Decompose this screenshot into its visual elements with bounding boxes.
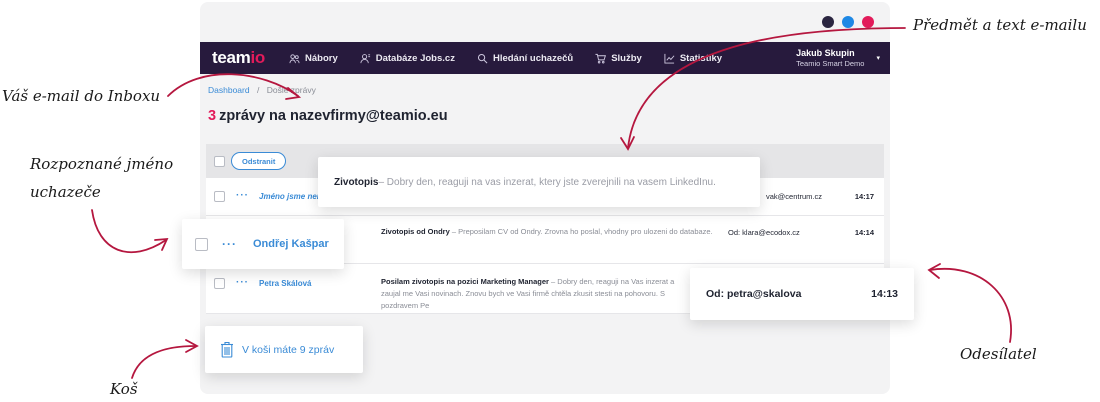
arrow-to-sender bbox=[929, 267, 1012, 343]
annotation-arrows bbox=[91, 27, 1012, 379]
arrow-to-subject bbox=[627, 27, 906, 149]
arrow-to-subject-head bbox=[620, 136, 635, 151]
arrow-to-inbox bbox=[167, 73, 299, 97]
arrow-to-sender-head bbox=[927, 263, 941, 279]
arrow-to-candidate bbox=[91, 209, 167, 254]
